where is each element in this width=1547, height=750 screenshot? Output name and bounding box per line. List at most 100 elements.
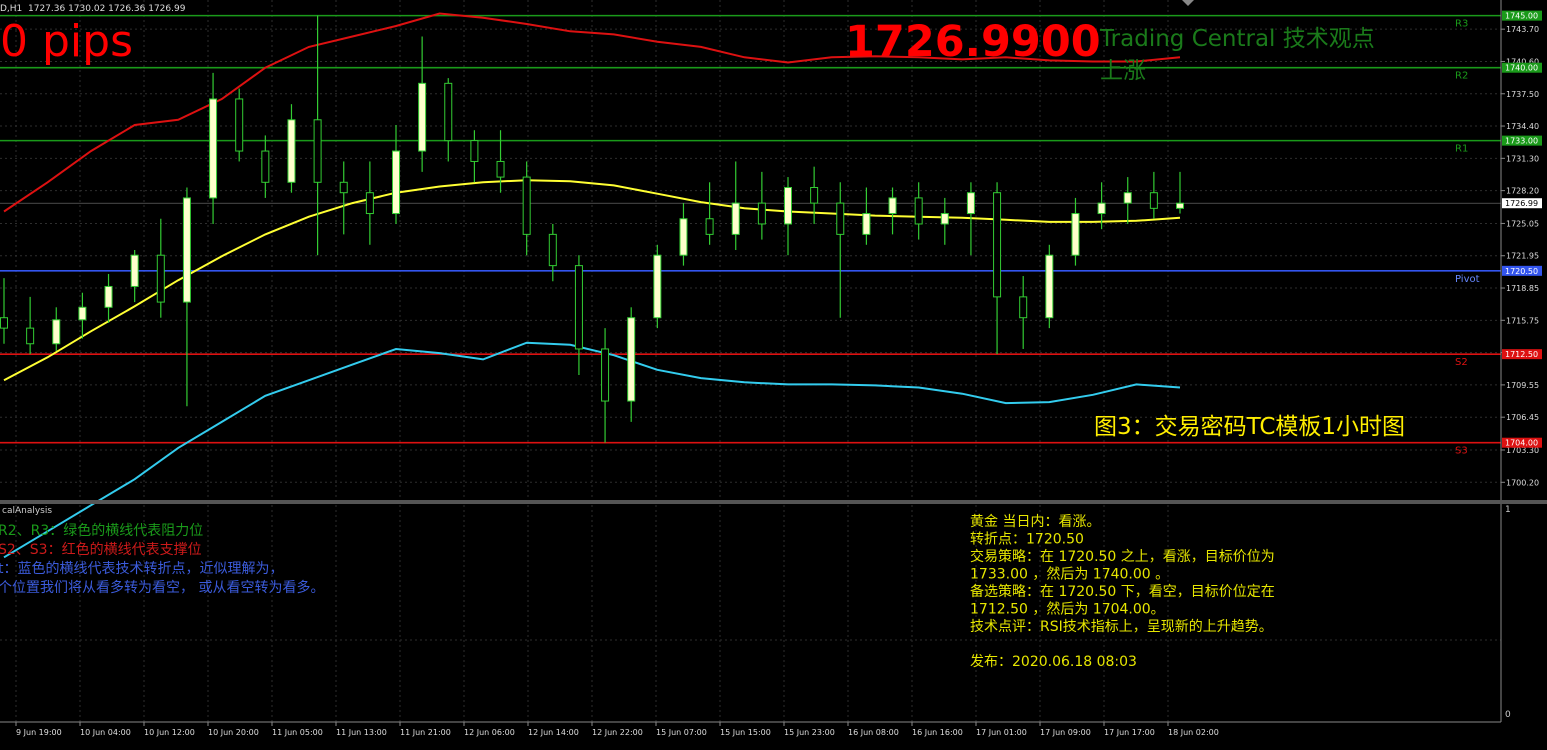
level-name-r2: R2	[1455, 71, 1468, 82]
level-name-r1: R1	[1455, 144, 1468, 155]
candle-body	[444, 82, 453, 142]
y-tick-label: 1731.30	[1506, 154, 1539, 163]
legend-line: t：蓝色的横线代表技术转折点，近似理解为，	[0, 560, 284, 577]
subwindow-scale-bottom: 0	[1505, 710, 1511, 720]
candle-body	[104, 285, 113, 308]
candle-body	[784, 187, 792, 225]
analysis-line: 技术点评：RSI技术指标上，呈现新的上升趋势。	[970, 619, 1273, 635]
tc-title: Trading Central 技术观点	[1099, 26, 1375, 52]
x-tick-label: 17 Jun 17:00	[1104, 728, 1155, 737]
x-tick-label: 12 Jun 22:00	[592, 728, 643, 737]
analysis-line: 转折点：1720.50	[970, 532, 1084, 548]
subwindow-title: calAnalysis	[2, 506, 52, 516]
candle-body	[653, 254, 662, 319]
candle-body	[261, 150, 270, 183]
candle-body	[182, 197, 191, 303]
legend-line: R2、R3：绿色的横线代表阻力位	[0, 522, 203, 539]
level-price-tag: 1712.50	[1505, 350, 1538, 359]
x-tick-label: 18 Jun 02:00	[1168, 728, 1219, 737]
analysis-line: 发布：2020.06.18 08:03	[970, 654, 1137, 670]
candle-body	[1176, 202, 1184, 209]
candle-body	[1149, 192, 1158, 209]
ohlc-caption: 1727.36 1730.02 1726.36 1726.99	[28, 4, 186, 14]
candle-body	[679, 218, 688, 256]
candle-body	[156, 254, 165, 303]
level-price-tag: 1745.00	[1505, 12, 1538, 21]
candle-body	[888, 197, 897, 215]
x-tick-label: 16 Jun 08:00	[848, 728, 899, 737]
candle-body	[52, 319, 61, 345]
analysis-line: 黄金 当日内：看涨。	[970, 513, 1100, 530]
x-tick-label: 17 Jun 09:00	[1040, 728, 1091, 737]
candle-body	[287, 119, 296, 183]
y-tick-label: 1715.75	[1506, 316, 1539, 325]
candle-body	[1045, 254, 1054, 319]
candle-body	[810, 187, 819, 204]
x-tick-label: 10 Jun 04:00	[80, 728, 131, 737]
level-name-s3: S3	[1455, 446, 1468, 457]
x-tick-label: 15 Jun 15:00	[720, 728, 771, 737]
analysis-line: 备选策略：在 1720.50 下，看空，目标价位定在	[970, 583, 1275, 600]
x-tick-label: 11 Jun 13:00	[336, 728, 387, 737]
candle-body	[627, 317, 636, 402]
y-tick-label: 1725.05	[1506, 219, 1539, 228]
x-tick-label: 9 Jun 19:00	[16, 728, 62, 737]
x-tick-label: 12 Jun 06:00	[464, 728, 515, 737]
candle-body	[731, 202, 740, 235]
figure-caption: 图3：交易密码TC模板1小时图	[1094, 414, 1405, 440]
x-tick-label: 17 Jun 01:00	[976, 728, 1027, 737]
candle-body	[392, 150, 400, 215]
candle-body	[313, 119, 322, 183]
candle-body	[940, 213, 949, 225]
candle-body	[757, 202, 766, 225]
candle-body	[836, 202, 845, 235]
candle-body	[993, 192, 1002, 298]
candle-body	[574, 265, 583, 350]
candle-body	[339, 181, 348, 194]
analysis-line: 交易策略：在 1720.50 之上，看涨，目标价位为	[970, 548, 1275, 565]
level-name-pivot: Pivot	[1455, 274, 1480, 285]
x-tick-label: 16 Jun 16:00	[912, 728, 963, 737]
x-tick-label: 11 Jun 21:00	[400, 728, 451, 737]
y-tick-label: 1721.95	[1506, 252, 1539, 261]
candle-body	[1097, 202, 1106, 215]
subwindow-separator[interactable]	[0, 500, 1547, 504]
y-tick-label: 1718.85	[1506, 284, 1539, 293]
x-tick-label: 10 Jun 20:00	[208, 728, 259, 737]
symbol-caption: D,H1	[0, 4, 22, 14]
chart-background	[0, 0, 1547, 746]
candle-body	[78, 306, 87, 321]
legend-line: 个位置我们将从看多转为看空， 或从看空转为看多。	[0, 579, 324, 596]
candle-body	[705, 218, 714, 235]
level-price-tag: 1720.50	[1505, 267, 1538, 276]
y-tick-label: 1737.50	[1506, 90, 1539, 99]
candle-body	[862, 213, 871, 235]
analysis-line: 1712.50 ，然后为 1704.00。	[970, 601, 1165, 618]
candle-body	[1071, 213, 1080, 256]
candle-body	[0, 317, 8, 329]
y-tick-label: 1728.20	[1506, 187, 1539, 196]
candle-body	[209, 98, 218, 199]
level-price-tag: 1733.00	[1505, 137, 1538, 146]
candle-body	[470, 140, 479, 162]
candle-body	[966, 192, 975, 215]
candle-body	[235, 98, 244, 152]
pips-label: 0 pips	[0, 16, 133, 67]
candle-body	[601, 348, 610, 402]
level-name-r3: R3	[1455, 19, 1468, 30]
analysis-line: 1733.00 ，然后为 1740.00 。	[970, 566, 1169, 583]
candle-body	[26, 327, 35, 345]
level-price-tag: 1704.00	[1505, 439, 1538, 448]
x-tick-label: 15 Jun 07:00	[656, 728, 707, 737]
x-tick-label: 12 Jun 14:00	[528, 728, 579, 737]
level-price-tag: 1740.00	[1505, 64, 1538, 73]
trading-chart-window[interactable]: R3 R2 R1 Pivot S2 S3 1743.70 1740.60 1737.50 173…	[0, 0, 1547, 746]
tc-trend: 上涨	[1100, 58, 1146, 84]
x-tick-label: 15 Jun 23:00	[784, 728, 835, 737]
candle-body	[548, 233, 557, 267]
candle-body	[914, 197, 923, 225]
chart-canvas[interactable]: R3R2R1PivotS2S3 1743.701740.601737.50173…	[0, 0, 1547, 746]
level-name-s2: S2	[1455, 357, 1468, 368]
y-tick-label: 1706.45	[1506, 413, 1539, 422]
y-tick-label: 1734.40	[1506, 122, 1539, 131]
